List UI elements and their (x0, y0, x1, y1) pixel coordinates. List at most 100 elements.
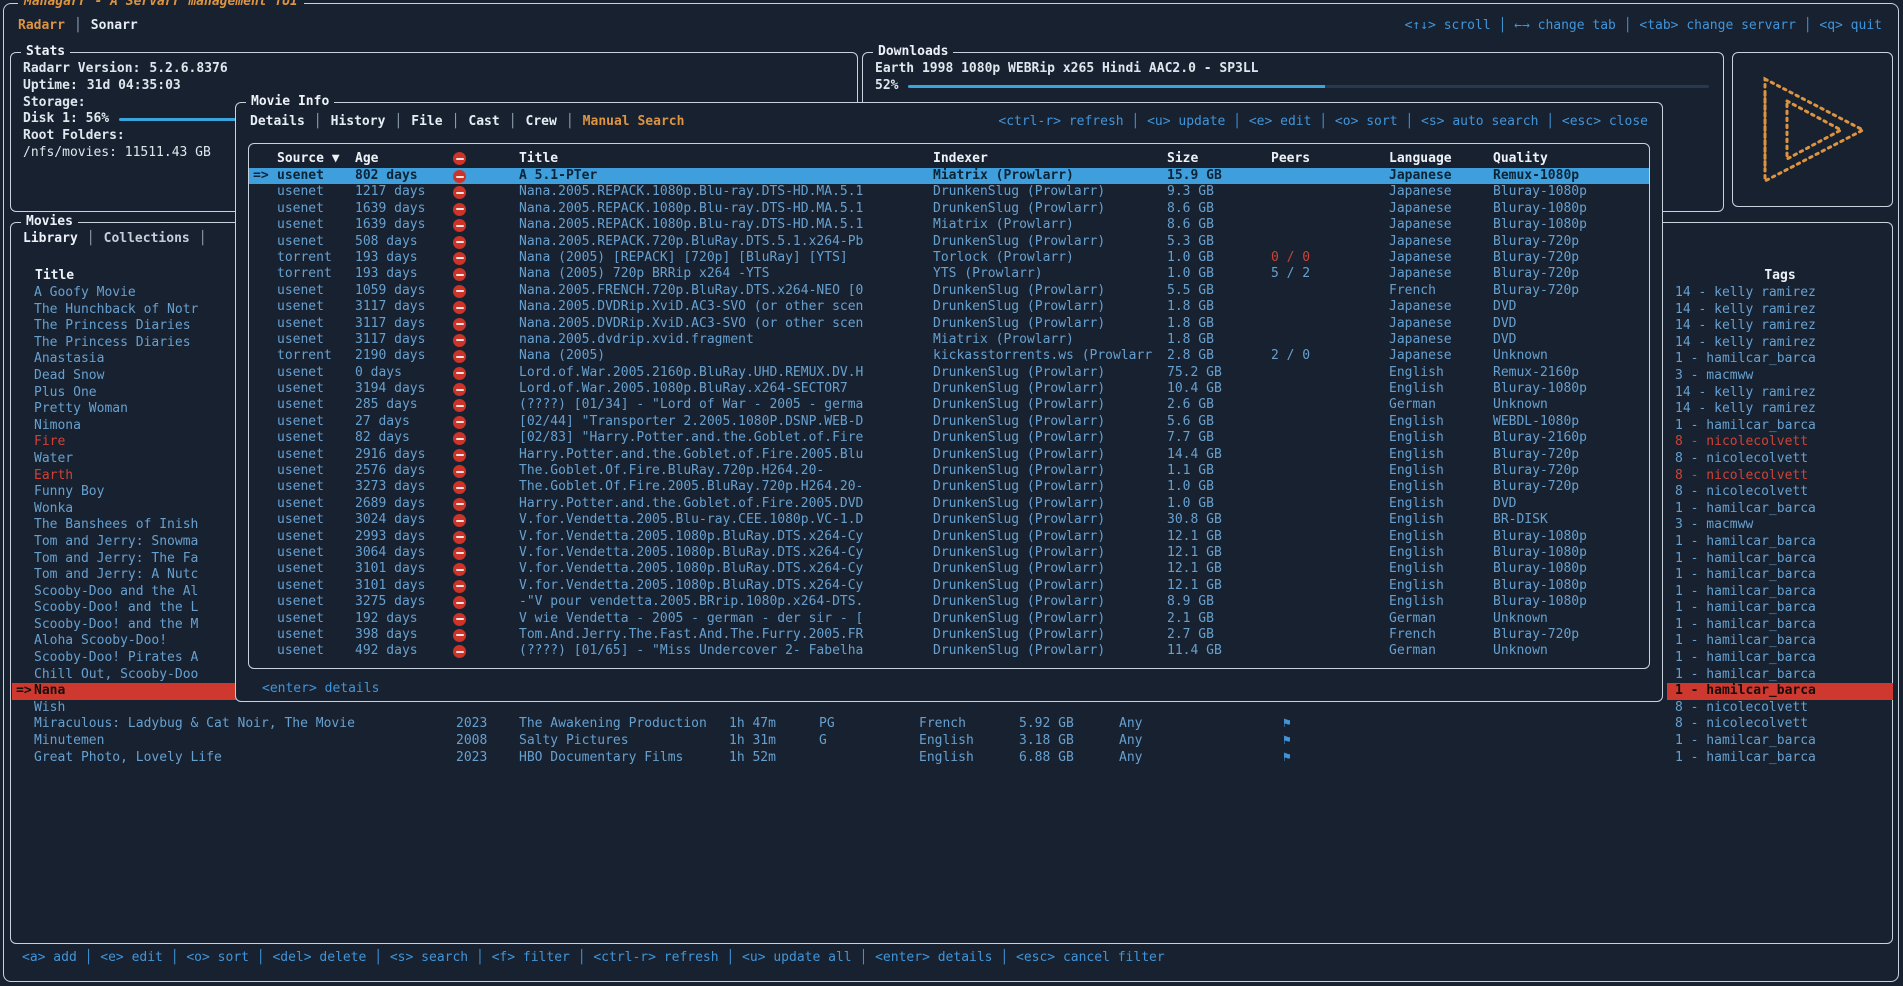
release-age: 3101 days (355, 578, 453, 594)
movie-info-tab[interactable]: History (305, 114, 386, 129)
search-result-row[interactable]: usenet 398 days Tom.And.Jerry.The.Fast.A… (249, 627, 1649, 643)
search-result-row[interactable]: usenet 3064 days V.for.Vendetta.2005.108… (249, 545, 1649, 561)
release-language: English (1389, 496, 1493, 512)
release-indexer: DrunkenSlug (Prowlarr) (933, 643, 1167, 659)
release-indexer: DrunkenSlug (Prowlarr) (933, 414, 1167, 430)
servarr-tab[interactable]: Sonarr (65, 18, 138, 33)
search-result-row[interactable]: usenet 3117 days nana.2005.dvdrip.xvid.f… (249, 332, 1649, 348)
search-result-row[interactable]: usenet 3117 days Nana.2005.DVDRip.XviD.A… (249, 299, 1649, 315)
servarr-tab[interactable]: Radarr (18, 18, 65, 33)
release-age: 3117 days (355, 332, 453, 348)
movie-tag: 8 - nicolecolvett (1667, 700, 1893, 717)
movie-info-tab[interactable]: File (385, 114, 442, 129)
release-title: Nana (2005) 720p BRRip x264 -YTS (519, 266, 933, 282)
release-title: Nana (2005) [REPACK] [720p] [BluRay] [YT… (519, 250, 933, 266)
search-result-row[interactable]: usenet 0 days Lord.of.War.2005.2160p.Blu… (249, 365, 1649, 381)
movie-info-tab[interactable]: Manual Search (557, 114, 685, 129)
header-source[interactable]: Source ▼ (277, 150, 355, 168)
movie-info-tab[interactable]: Crew (500, 114, 557, 129)
search-result-row[interactable]: usenet 3024 days V.for.Vendetta.2005.Blu… (249, 512, 1649, 528)
search-result-row[interactable]: usenet 3275 days -"V pour vendetta.2005.… (249, 594, 1649, 610)
release-source: usenet (277, 627, 355, 643)
search-result-row[interactable]: usenet 508 days Nana.2005.REPACK.720p.Bl… (249, 234, 1649, 250)
search-result-row[interactable]: => usenet 802 days A 5.1-PTer Miatrix (P… (249, 168, 1649, 184)
selection-arrow (253, 299, 277, 315)
rejected-icon (453, 531, 466, 544)
movie-row[interactable]: Miraculous: Ladybug & Cat Noir, The Movi… (11, 716, 1892, 733)
release-indexer: DrunkenSlug (Prowlarr) (933, 201, 1167, 217)
header-title[interactable]: Title (519, 150, 933, 168)
search-result-row[interactable]: usenet 1059 days Nana.2005.FRENCH.720p.B… (249, 283, 1649, 299)
header-language[interactable]: Language (1389, 150, 1493, 168)
release-size: 15.9 GB (1167, 168, 1271, 184)
search-result-row[interactable]: usenet 3101 days V.for.Vendetta.2005.108… (249, 578, 1649, 594)
search-result-row[interactable]: torrent 2190 days Nana (2005) kickasstor… (249, 348, 1649, 364)
release-language: English (1389, 561, 1493, 577)
rejected-icon (453, 268, 466, 281)
release-age: 1059 days (355, 283, 453, 299)
selection-arrow (12, 351, 34, 368)
search-result-row[interactable]: usenet 27 days [02/44] "Transporter 2.20… (249, 414, 1649, 430)
movie-title: Wish (34, 700, 442, 717)
header-indexer[interactable]: Indexer (933, 150, 1167, 168)
movie-runtime: 1h 31m (729, 733, 776, 750)
search-result-row[interactable]: usenet 3273 days The.Goblet.Of.Fire.2005… (249, 479, 1649, 495)
search-result-row[interactable]: usenet 3101 days V.for.Vendetta.2005.108… (249, 561, 1649, 577)
header-quality[interactable]: Quality (1493, 150, 1649, 168)
release-title: (????) [01/34] - "Lord of War - 2005 - g… (519, 397, 933, 413)
search-result-row[interactable]: usenet 3117 days Nana.2005.DVDRip.XviD.A… (249, 316, 1649, 332)
search-result-row[interactable]: usenet 1217 days Nana.2005.REPACK.1080p.… (249, 184, 1649, 200)
global-keybindings: <↑↓> scroll │ ←→ change tab │ <tab> chan… (1405, 18, 1882, 33)
movie-row[interactable]: Wish 8 - nicolecolvett (11, 700, 1892, 717)
search-result-row[interactable]: usenet 2993 days V.for.Vendetta.2005.108… (249, 529, 1649, 545)
release-size: 2.8 GB (1167, 348, 1271, 364)
search-result-row[interactable]: usenet 285 days (????) [01/34] - "Lord o… (249, 397, 1649, 413)
rejected-icon (453, 416, 466, 429)
release-peers: 0 / 0 (1271, 250, 1389, 266)
rejected-icon (453, 219, 466, 232)
release-size: 75.2 GB (1167, 365, 1271, 381)
release-peers (1271, 316, 1389, 332)
search-result-row[interactable]: usenet 1639 days Nana.2005.REPACK.1080p.… (249, 201, 1649, 217)
search-result-row[interactable]: usenet 2916 days Harry.Potter.and.the.Go… (249, 447, 1649, 463)
header-age[interactable]: Age (355, 150, 453, 168)
release-title: V.for.Vendetta.2005.1080p.BluRay.DTS.x26… (519, 545, 933, 561)
search-result-row[interactable]: usenet 1639 days Nana.2005.REPACK.1080p.… (249, 217, 1649, 233)
header-peers[interactable]: Peers (1271, 150, 1389, 168)
enter-details-hint: <enter> details (262, 681, 379, 696)
movie-info-modal: Movie Info DetailsHistoryFileCastCrewMan… (235, 102, 1663, 702)
search-result-row[interactable]: usenet 82 days [02/83] "Harry.Potter.and… (249, 430, 1649, 446)
selection-arrow (253, 184, 277, 200)
search-result-row[interactable]: usenet 492 days (????) [01/65] - "Miss U… (249, 643, 1649, 659)
movie-tag: 1 - hamilcar_barca (1667, 633, 1893, 650)
selection-arrow (253, 479, 277, 495)
release-quality: Bluray-720p (1493, 463, 1649, 479)
rejected-icon (453, 481, 466, 494)
movie-info-tab[interactable]: Details (250, 114, 305, 129)
search-result-row[interactable]: usenet 192 days V wie Vendetta - 2005 - … (249, 611, 1649, 627)
release-peers (1271, 643, 1389, 659)
movie-row[interactable]: Great Photo, Lovely Life 2023 HBO Docume… (11, 750, 1892, 767)
release-size: 8.6 GB (1167, 201, 1271, 217)
rejected-icon (453, 203, 466, 216)
search-result-row[interactable]: torrent 193 days Nana (2005) [REPACK] [7… (249, 250, 1649, 266)
movie-tag: 1 - hamilcar_barca (1667, 667, 1893, 684)
movies-tab[interactable]: Collections (78, 231, 190, 246)
search-result-row[interactable]: usenet 2689 days Harry.Potter.and.the.Go… (249, 496, 1649, 512)
movies-tab[interactable]: Library (23, 231, 78, 246)
header-size[interactable]: Size (1167, 150, 1271, 168)
release-language: English (1389, 479, 1493, 495)
release-indexer: DrunkenSlug (Prowlarr) (933, 529, 1167, 545)
search-result-row[interactable]: usenet 2576 days The.Goblet.Of.Fire.BluR… (249, 463, 1649, 479)
search-result-row[interactable]: torrent 193 days Nana (2005) 720p BRRip … (249, 266, 1649, 282)
movie-quality-profile: Any (1119, 750, 1142, 767)
selection-arrow (253, 266, 277, 282)
release-language: English (1389, 447, 1493, 463)
monitored-flag-icon: ⚑ (1283, 733, 1291, 750)
movie-info-tab[interactable]: Cast (443, 114, 500, 129)
release-title: [02/44] "Transporter 2.2005.1080P.DSNP.W… (519, 414, 933, 430)
search-result-row[interactable]: usenet 3194 days Lord.of.War.2005.1080p.… (249, 381, 1649, 397)
release-peers (1271, 299, 1389, 315)
movie-row[interactable]: Minutemen 2008 Salty Pictures 1h 31m G E… (11, 733, 1892, 750)
release-size: 5.6 GB (1167, 414, 1271, 430)
